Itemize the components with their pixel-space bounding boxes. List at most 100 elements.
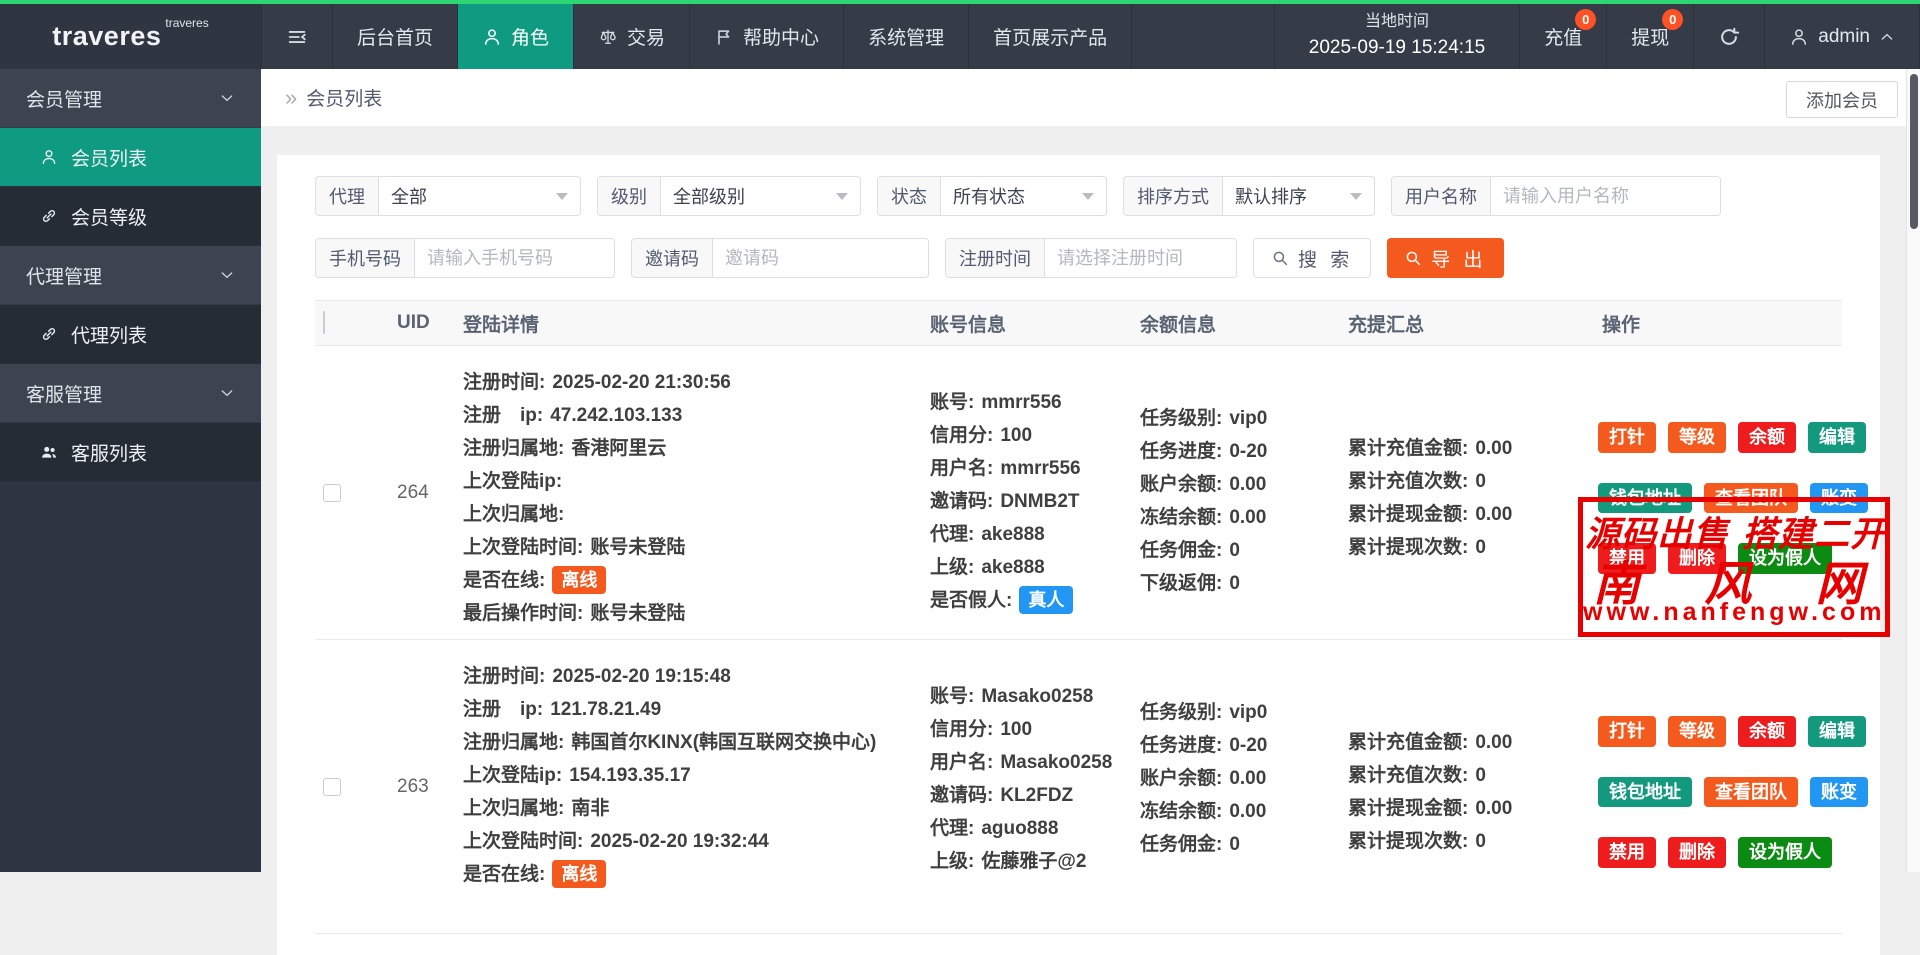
info-label: 是否在线:	[463, 864, 545, 885]
nav-label: 帮助中心	[743, 23, 819, 50]
table-row: 264注册时间:2025-02-20 21:30:56注册 ip:47.242.…	[315, 346, 1842, 640]
sort-select[interactable]: 排序方式 默认排序	[1123, 176, 1375, 216]
level-select[interactable]: 级别 全部级别	[597, 176, 861, 216]
info-label: 最后操作时间:	[463, 603, 583, 624]
info-label: 累计充值次数:	[1348, 471, 1468, 492]
info-line: 注册归属地:香港阿里云	[463, 432, 904, 465]
sidebar-group-member-management[interactable]: 会员管理	[0, 69, 261, 128]
info-value: 0.00	[1475, 504, 1512, 525]
info-label: 上级:	[930, 557, 974, 578]
search-button[interactable]: 搜 索	[1253, 238, 1371, 278]
info-line: 注册时间:2025-02-20 21:30:56	[463, 366, 904, 399]
action-button[interactable]: 设为假人	[1738, 837, 1832, 868]
collapse-sidebar-button[interactable]	[261, 4, 332, 69]
action-button[interactable]: 钱包地址	[1598, 777, 1692, 808]
nav-item-system[interactable]: 系统管理	[843, 4, 968, 69]
action-button[interactable]: 账变	[1810, 483, 1868, 514]
refresh-button[interactable]	[1693, 4, 1764, 69]
invite-code-filter: 邀请码	[631, 238, 929, 278]
chevron-down-icon	[219, 267, 235, 283]
nav-item-dashboard[interactable]: 后台首页	[332, 4, 457, 69]
action-button[interactable]: 查看团队	[1704, 483, 1798, 514]
action-button[interactable]: 余额	[1738, 422, 1796, 453]
info-label: 代理:	[930, 524, 974, 545]
table-header: UID 登陆详情 账号信息 余额信息 充提汇总 操作	[315, 300, 1842, 346]
action-button[interactable]: 等级	[1668, 716, 1726, 747]
action-button[interactable]: 等级	[1668, 422, 1726, 453]
export-button[interactable]: 导 出	[1387, 238, 1503, 278]
info-value: 121.78.21.49	[550, 699, 661, 720]
collapse-menu-icon	[286, 26, 308, 48]
action-button[interactable]: 打针	[1598, 716, 1656, 747]
row-checkbox[interactable]	[323, 778, 341, 796]
username-input[interactable]	[1491, 177, 1720, 215]
login-cell: 注册时间:2025-02-20 21:30:56注册 ip:47.242.103…	[437, 346, 904, 639]
action-button[interactable]: 查看团队	[1704, 777, 1798, 808]
phone-input[interactable]	[415, 239, 614, 277]
sort-select-value: 默认排序	[1235, 183, 1307, 209]
recharge-button[interactable]: 充值 0	[1519, 4, 1606, 69]
action-button[interactable]: 删除	[1668, 543, 1726, 574]
info-value: 南非	[571, 798, 609, 819]
info-label: 累计充值金额:	[1348, 732, 1468, 753]
add-member-button[interactable]: 添加会员	[1786, 81, 1898, 118]
action-button[interactable]: 账变	[1810, 777, 1868, 808]
local-time: 当地时间 2025-09-19 15:24:15	[1274, 4, 1519, 69]
sidebar-group-agent-management[interactable]: 代理管理	[0, 246, 261, 305]
action-button[interactable]: 余额	[1738, 716, 1796, 747]
sidebar-group-service-management[interactable]: 客服管理	[0, 364, 261, 423]
caret-down-icon	[836, 193, 848, 200]
info-label: 任务进度:	[1140, 735, 1222, 756]
search-button-label: 搜 索	[1298, 245, 1353, 272]
action-button[interactable]: 打针	[1598, 422, 1656, 453]
nav-label: 角色	[511, 23, 549, 50]
info-label: 邀请码:	[930, 491, 993, 512]
sidebar-item-service-list[interactable]: 客服列表	[0, 423, 261, 482]
status-select[interactable]: 状态 所有状态	[877, 176, 1107, 216]
table-body: 264注册时间:2025-02-20 21:30:56注册 ip:47.242.…	[315, 346, 1842, 934]
action-button[interactable]: 钱包地址	[1598, 483, 1692, 514]
info-label: 注册 ip:	[463, 405, 543, 426]
info-line: 账号:Masako0258	[930, 680, 1114, 713]
register-time-input[interactable]	[1045, 239, 1236, 277]
column-header-recharge-summary: 充提汇总	[1322, 310, 1576, 337]
nav-item-homepage-products[interactable]: 首页展示产品	[968, 4, 1131, 69]
info-value: Masako0258	[1000, 752, 1112, 773]
nav-item-roles[interactable]: 角色	[457, 4, 573, 69]
register-time-filter: 注册时间	[945, 238, 1237, 278]
info-line: 累计提现次数:0	[1348, 531, 1576, 564]
action-button[interactable]: 编辑	[1808, 422, 1866, 453]
info-line: 累计提现金额:0.00	[1348, 792, 1576, 825]
info-line: 代理:aguo888	[930, 812, 1114, 845]
action-button[interactable]: 删除	[1668, 837, 1726, 868]
withdraw-button[interactable]: 提现 0	[1606, 4, 1693, 69]
nav-item-transactions[interactable]: 交易	[573, 4, 689, 69]
invite-code-input[interactable]	[713, 239, 928, 277]
sidebar-item-member-level[interactable]: 会员等级	[0, 187, 261, 246]
action-button[interactable]: 禁用	[1598, 543, 1656, 574]
info-value: 韩国首尔KINX(韩国互联网交换中心)	[571, 732, 876, 753]
row-checkbox[interactable]	[323, 484, 341, 502]
scrollbar-thumb[interactable]	[1910, 74, 1918, 229]
admin-menu[interactable]: admin	[1764, 4, 1920, 69]
nav-item-help-center[interactable]: 帮助中心	[689, 4, 843, 69]
action-button[interactable]: 禁用	[1598, 837, 1656, 868]
info-value: 0.00	[1229, 801, 1266, 822]
action-button[interactable]: 编辑	[1808, 716, 1866, 747]
sidebar-item-member-list[interactable]: 会员列表	[0, 128, 261, 187]
select-all-checkbox[interactable]	[323, 311, 325, 334]
chevron-up-icon	[1879, 29, 1895, 45]
info-value: 2025-02-20 19:15:48	[552, 666, 731, 687]
balance-cell: 任务级别:vip0任务进度:0-20账户余额:0.00冻结余额:0.00任务佣金…	[1114, 640, 1322, 933]
status-badge: 离线	[552, 860, 606, 888]
column-header-balance-info: 余额信息	[1114, 310, 1322, 337]
sidebar-item-agent-list[interactable]: 代理列表	[0, 305, 261, 364]
status-badge: 离线	[552, 566, 606, 594]
uid-value: 264	[397, 482, 429, 504]
info-line: 用户名:Masako0258	[930, 746, 1114, 779]
agent-select[interactable]: 代理 全部	[315, 176, 581, 216]
info-label: 账号:	[930, 686, 974, 707]
vertical-scrollbar[interactable]	[1906, 69, 1920, 872]
action-button[interactable]: 设为假人	[1738, 543, 1832, 574]
info-label: 注册时间:	[463, 372, 545, 393]
